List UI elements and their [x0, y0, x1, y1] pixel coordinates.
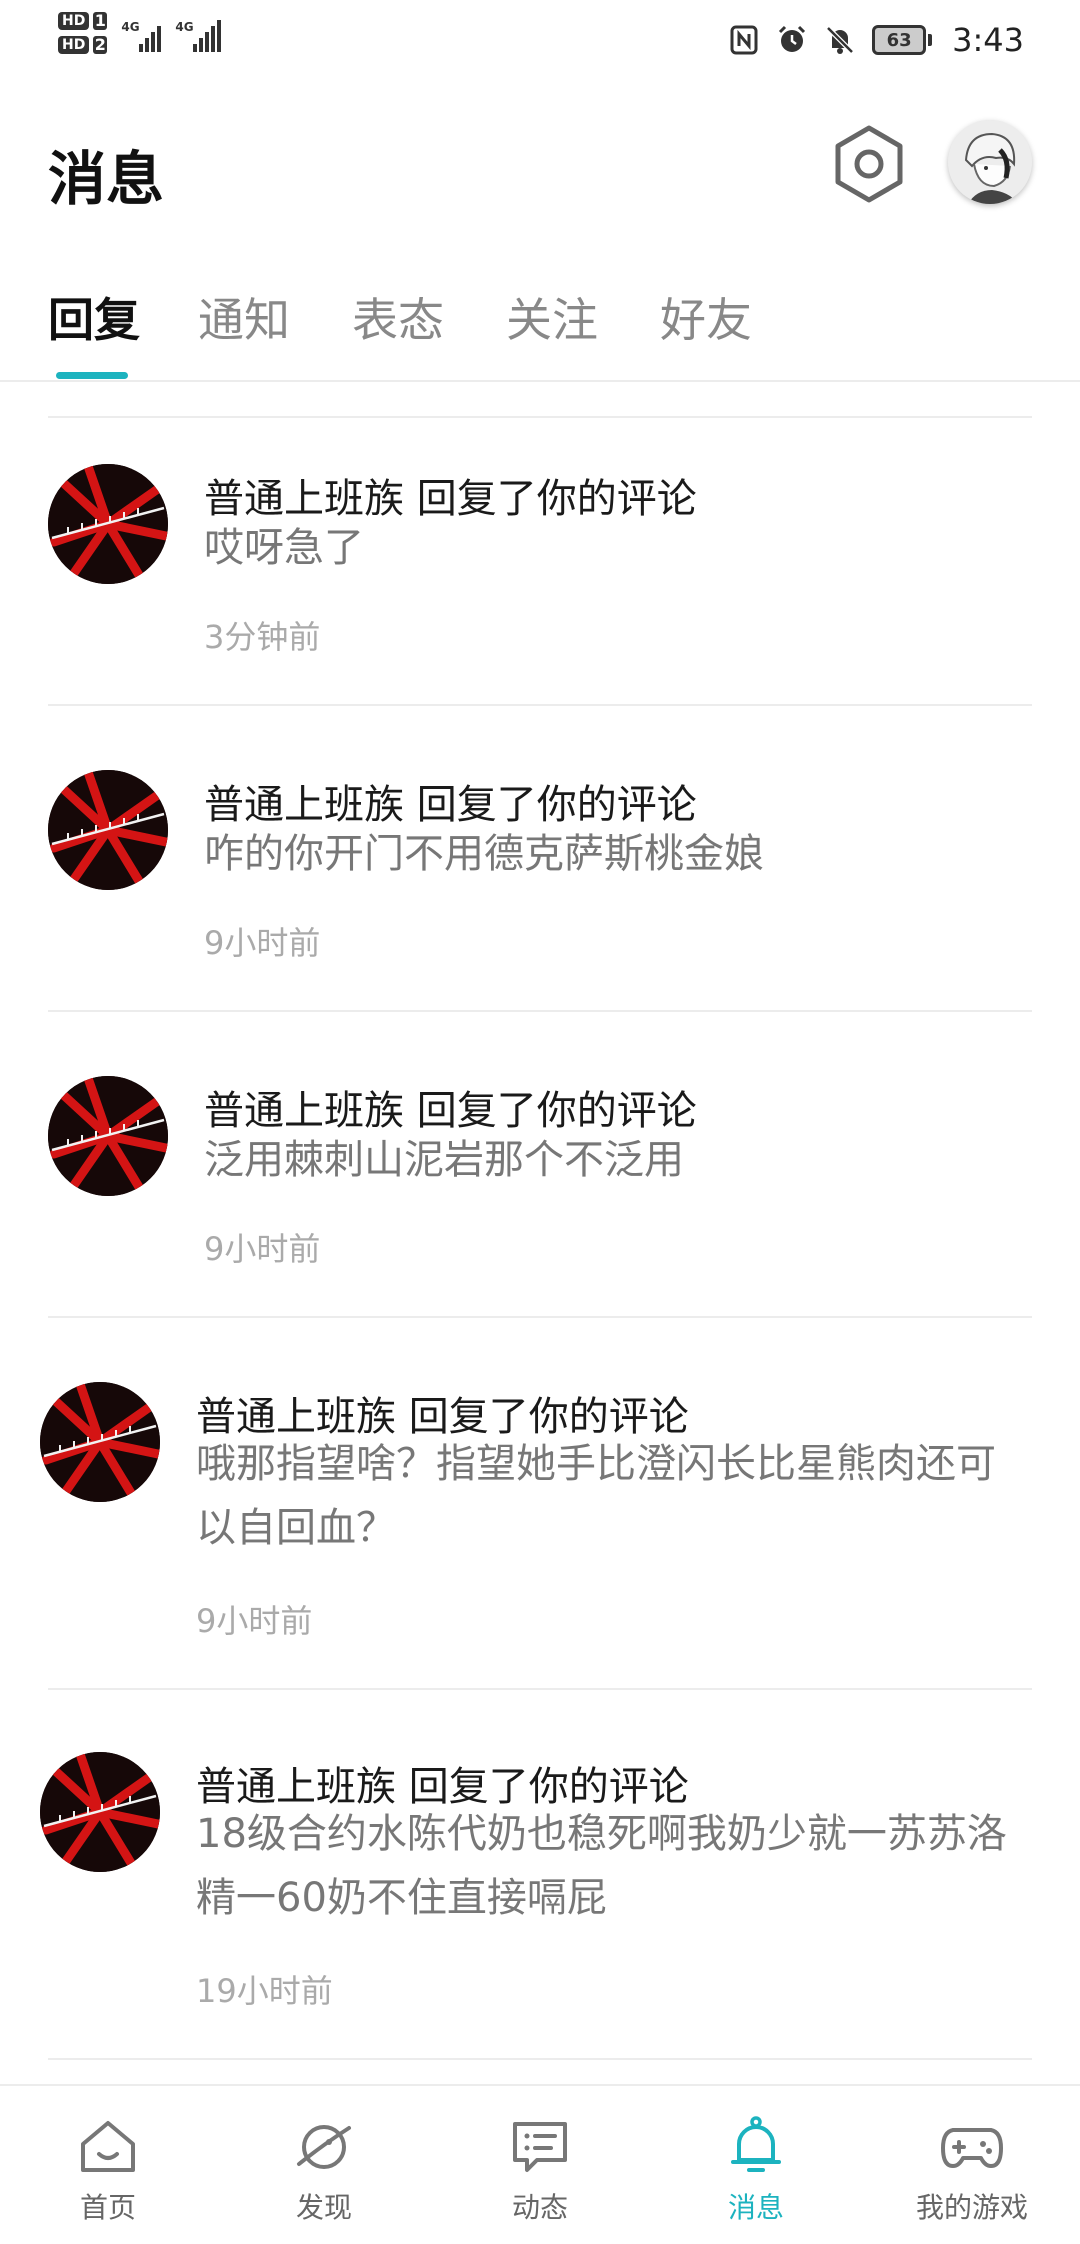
red-burst-avatar-image: [40, 1752, 160, 1872]
sim1-hd-badge: HD: [58, 12, 90, 30]
nav-messages[interactable]: 消息: [676, 2114, 836, 2234]
list-item[interactable]: 普通上班族 回复了你的评论 泛用棘刺山泥岩那个不泛用 9小时前: [0, 1076, 1080, 1318]
tab-reactions[interactable]: 表态: [352, 284, 444, 350]
sim1-number: 1: [93, 11, 108, 30]
tab-friends[interactable]: 好友: [660, 284, 752, 350]
home-icon: [81, 2121, 135, 2172]
battery-icon: 63: [872, 25, 933, 55]
nav-my-games-label: 我的游戏: [915, 2191, 1028, 2224]
battery-level: 63: [872, 25, 927, 55]
page-title: 消息: [48, 145, 165, 213]
sim2-indicator: HD 2: [58, 35, 108, 54]
list-item[interactable]: 普通上班族 回复了你的评论 咋的你开门不用德克萨斯桃金娘 9小时前: [0, 770, 1080, 1012]
message-time: 9小时前: [204, 1230, 321, 1268]
nav-discover[interactable]: 发现: [244, 2114, 404, 2234]
sender-avatar[interactable]: [40, 1752, 160, 1872]
signal-2-icon: 4G: [175, 12, 222, 52]
message-time: 9小时前: [196, 1602, 313, 1640]
sim2-number: 2: [93, 35, 108, 54]
message-content: 泛用棘刺山泥岩那个不泛用: [204, 1137, 684, 1183]
sender-avatar[interactable]: [48, 1076, 168, 1196]
nav-home-label: 首页: [79, 2191, 136, 2224]
network1-label: 4G: [121, 20, 140, 34]
sim2-hd-badge: HD: [58, 36, 90, 54]
nav-feed[interactable]: 动态: [460, 2114, 620, 2234]
sender-avatar[interactable]: [48, 770, 168, 890]
list-divider: [48, 1688, 1032, 1690]
network2-label: 4G: [175, 20, 194, 34]
sender-avatar[interactable]: [40, 1382, 160, 1502]
list-divider: [48, 416, 1032, 418]
message-time: 3分钟前: [204, 618, 321, 656]
list-divider: [48, 1316, 1032, 1318]
tab-replies[interactable]: 回复: [48, 284, 140, 350]
nav-discover-label: 发现: [295, 2191, 352, 2224]
status-time: 3:43: [952, 21, 1024, 59]
nav-my-games[interactable]: 我的游戏: [892, 2114, 1052, 2234]
bell-icon: [731, 2116, 781, 2172]
message-list[interactable]: 普通上班族 回复了你的评论 哎呀急了 3分钟前 普通上班族 回复了你的评论 咋的…: [0, 384, 1080, 2084]
message-content: 咋的你开门不用德克萨斯桃金娘: [204, 831, 764, 877]
hexagon-settings-icon[interactable]: [830, 122, 908, 206]
sender-avatar[interactable]: [48, 464, 168, 584]
alarm-icon: [779, 25, 806, 52]
list-item[interactable]: 普通上班族 回复了你的评论 哎呀急了 3分钟前: [0, 464, 1080, 706]
sim-indicators: HD 1 HD 2: [58, 11, 108, 54]
nfc-icon: [730, 25, 758, 55]
avatar-illustration: [948, 120, 1032, 204]
gamepad-icon: [941, 2128, 1003, 2168]
message-time: 19小时前: [196, 1972, 333, 2010]
red-burst-avatar-image: [48, 464, 168, 584]
list-item[interactable]: 普通上班族 回复了你的评论 哦那指望啥？指望她手比澄闪长比星熊肉还可以自回血？ …: [0, 1382, 1080, 1690]
chat-card-icon: [513, 2122, 567, 2172]
mute-bell-icon: [826, 26, 854, 54]
planet-icon: [297, 2125, 351, 2169]
red-burst-avatar-image: [48, 1076, 168, 1196]
user-avatar[interactable]: [948, 120, 1032, 204]
red-burst-avatar-image: [40, 1382, 160, 1502]
active-tab-indicator: [56, 372, 128, 379]
tab-follows[interactable]: 关注: [506, 284, 598, 350]
nav-messages-label: 消息: [727, 2191, 784, 2224]
list-item[interactable]: 普通上班族 回复了你的评论 18级合约水陈代奶也稳死啊我奶少就一苏苏洛精一60奶…: [0, 1752, 1080, 2060]
message-content: 哎呀急了: [204, 525, 364, 571]
sim1-indicator: HD 1: [58, 11, 108, 30]
status-left: HD 1 HD 2 4G 4G: [58, 11, 222, 54]
nav-feed-label: 动态: [511, 2191, 568, 2224]
tab-notifications[interactable]: 通知: [198, 284, 290, 350]
bottom-nav: 首页 发现 动态 消息 我的游戏: [0, 2084, 1080, 2244]
status-bar: HD 1 HD 2 4G 4G 63 3:43: [0, 0, 1080, 80]
list-divider: [48, 2058, 1032, 2060]
message-time: 9小时前: [204, 924, 321, 962]
nav-home[interactable]: 首页: [28, 2114, 188, 2234]
list-divider: [48, 1010, 1032, 1012]
message-content: 哦那指望啥？指望她手比澄闪长比星熊肉还可以自回血？: [196, 1441, 996, 1551]
red-burst-avatar-image: [48, 770, 168, 890]
message-content: 18级合约水陈代奶也稳死啊我奶少就一苏苏洛精一60奶不住直接嗝屁: [196, 1811, 1007, 1921]
status-right: 63 3:43: [728, 14, 1024, 66]
tab-bar: 回复 通知 表态 关注 好友: [0, 270, 1080, 382]
list-divider: [48, 704, 1032, 706]
signal-1-icon: 4G: [121, 12, 162, 52]
header: 消息: [0, 80, 1080, 250]
